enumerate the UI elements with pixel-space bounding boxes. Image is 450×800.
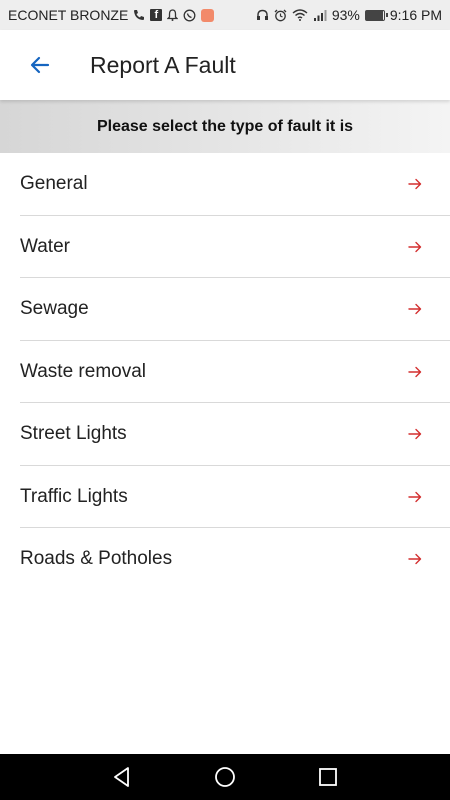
facebook-icon: f: [150, 9, 163, 21]
fault-type-item[interactable]: General: [0, 153, 450, 216]
screen: ECONET BRONZE f 93% 9:16 PM Report A Fau…: [0, 0, 450, 800]
fault-type-label: Water: [20, 235, 70, 257]
fault-type-item[interactable]: Roads & Potholes: [0, 528, 450, 591]
nav-home-button[interactable]: [205, 757, 245, 797]
status-left: ECONET BRONZE f: [8, 7, 215, 23]
home-circle-icon: [215, 767, 235, 787]
app-header: Report A Fault: [0, 30, 450, 100]
arrow-left-icon: [30, 56, 50, 74]
arrow-right-icon: [408, 178, 422, 190]
arrow-right-icon: [408, 428, 422, 440]
fault-type-list: General Water Sewage Waste removal Street Li…: [0, 153, 450, 591]
status-right: 93% 9:16 PM: [256, 7, 442, 23]
fault-type-item[interactable]: Street Lights: [0, 403, 450, 466]
arrow-right-icon: [408, 553, 422, 565]
back-triangle-icon: [113, 767, 129, 787]
fault-type-label: Street Lights: [20, 423, 127, 445]
phone-icon: [133, 9, 145, 21]
fault-type-item[interactable]: Water: [0, 216, 450, 279]
fault-type-label: Traffic Lights: [20, 485, 128, 507]
arrow-right-icon: [408, 366, 422, 378]
whatsapp-icon: [183, 9, 196, 22]
fault-type-label: Waste removal: [20, 360, 146, 382]
battery-percent: 93%: [331, 7, 360, 23]
nav-back-button[interactable]: [102, 757, 142, 797]
fault-type-item[interactable]: Traffic Lights: [0, 466, 450, 529]
nav-recents-button[interactable]: [308, 757, 348, 797]
recents-square-icon: [319, 768, 338, 786]
fault-type-label: Sewage: [20, 298, 89, 320]
back-button[interactable]: [20, 45, 60, 85]
app-badge-icon: [201, 8, 215, 22]
headset-icon: [256, 9, 269, 21]
battery-level-fill: [365, 10, 383, 20]
fault-type-item[interactable]: Waste removal: [0, 341, 450, 404]
status-bar: ECONET BRONZE f 93% 9:16 PM: [0, 0, 450, 30]
fault-type-label: Roads & Potholes: [20, 548, 173, 570]
page-title: Report A Fault: [90, 51, 236, 78]
arrow-right-icon: [408, 491, 422, 503]
fault-type-label: General: [20, 173, 88, 195]
arrow-right-icon: [408, 303, 422, 315]
system-nav-bar: [0, 754, 450, 800]
bell-icon: [167, 9, 179, 21]
signal-icon: [313, 9, 327, 21]
alarm-icon: [274, 9, 287, 22]
arrow-right-icon: [408, 241, 422, 253]
instruction-banner: Please select the type of fault it is: [0, 100, 450, 153]
fault-type-item[interactable]: Sewage: [0, 278, 450, 341]
wifi-icon: [292, 9, 308, 21]
clock-time: 9:16 PM: [389, 7, 442, 23]
carrier-name: ECONET BRONZE: [8, 7, 129, 23]
battery-icon: [364, 9, 388, 21]
